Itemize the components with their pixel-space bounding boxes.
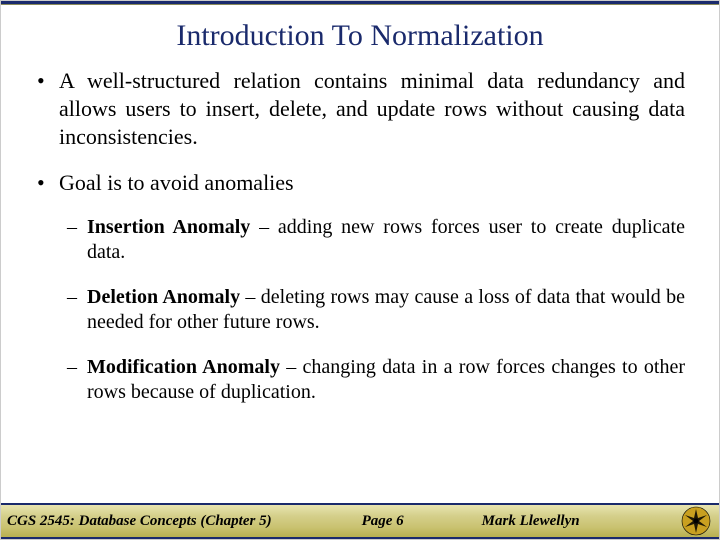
sub-bullet-item: – Deletion Anomaly – deleting rows may c… [67, 285, 685, 335]
dash-marker: – [67, 355, 87, 405]
bullet-text: A well-structured relation contains mini… [59, 67, 685, 151]
anomaly-name: Modification Anomaly [87, 356, 280, 378]
sub-bullet-item: – Insertion Anomaly – adding new rows fo… [67, 215, 685, 265]
sub-bullet-item: – Modification Anomaly – changing data i… [67, 355, 685, 405]
dash-marker: – [67, 285, 87, 335]
sub-bullet-text: Deletion Anomaly – deleting rows may cau… [87, 285, 685, 335]
bullet-item: • A well-structured relation contains mi… [35, 67, 685, 151]
bullet-marker: • [35, 169, 59, 197]
sub-bullet-text: Insertion Anomaly – adding new rows forc… [87, 215, 685, 265]
sub-bullet-text: Modification Anomaly – changing data in … [87, 355, 685, 405]
slide-footer: CGS 2545: Database Concepts (Chapter 5) … [1, 503, 719, 537]
dash-marker: – [67, 215, 87, 265]
anomaly-name: Deletion Anomaly [87, 286, 240, 308]
anomaly-name: Insertion Anomaly [87, 216, 250, 238]
footer-author: Mark Llewellyn [482, 513, 580, 530]
bullet-text: Goal is to avoid anomalies [59, 169, 685, 197]
footer-page: Page 6 [362, 513, 404, 530]
slide-body: • A well-structured relation contains mi… [1, 67, 719, 405]
ucf-logo-icon [681, 506, 711, 536]
footer-course: CGS 2545: Database Concepts (Chapter 5) [7, 513, 272, 530]
bottom-accent-bar [1, 537, 719, 539]
bullet-marker: • [35, 67, 59, 151]
slide-title: Introduction To Normalization [1, 5, 719, 67]
bullet-item: • Goal is to avoid anomalies [35, 169, 685, 197]
